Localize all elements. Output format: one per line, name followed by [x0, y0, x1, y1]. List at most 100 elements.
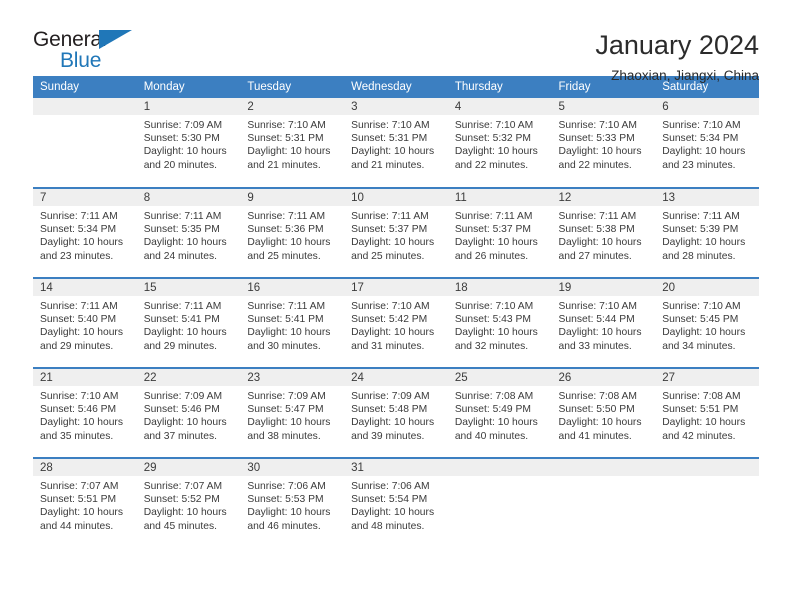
day-number: 25 [447, 369, 552, 386]
sunrise-line: Sunrise: 7:08 AM [454, 391, 534, 402]
sunset-line: Sunset: 5:38 PM [558, 224, 635, 236]
day-number: 27 [655, 369, 759, 386]
sunrise-line: Sunrise: 7:11 AM [558, 211, 637, 222]
calendar-day-cell[interactable]: 20 Sunrise: 7:10 AM Sunset: 5:45 PM Dayligh… [655, 277, 759, 368]
calendar-day-cell[interactable]: 12 Sunrise: 7:11 AM Sunset: 5:38 PM Dayligh… [551, 187, 656, 278]
calendar-day-cell[interactable]: 4 Sunrise: 7:10 AM Sunset: 5:32 PM Daylight… [447, 98, 552, 188]
calendar-day-cell[interactable]: 27 Sunrise: 7:08 AM Sunset: 5:51 PM Dayligh… [655, 367, 759, 458]
daylight-line: Daylight: 10 hours [662, 417, 746, 429]
day-detail-text: Sunrise: 7:10 AM Sunset: 5:31 PM Daylight:… [240, 115, 344, 172]
calendar-day-cell[interactable]: 2 Sunrise: 7:10 AM Sunset: 5:31 PM Daylight… [240, 98, 345, 188]
sunset-line: Sunset: 5:51 PM [662, 404, 739, 416]
daylight-line: Daylight: 10 hours [40, 327, 123, 339]
daylight-line: and 40 minutes. [454, 430, 529, 442]
day-number: 1 [136, 98, 241, 115]
calendar-day-cell[interactable]: 24 Sunrise: 7:09 AM Sunset: 5:48 PM Dayligh… [344, 367, 448, 458]
sunrise-line: Sunrise: 7:06 AM [351, 481, 430, 492]
calendar-day-cell[interactable]: 25 Sunrise: 7:08 AM Sunset: 5:49 PM Dayligh… [447, 367, 552, 458]
daylight-line: and 29 minutes. [40, 340, 114, 352]
sunrise-line: Sunrise: 7:10 AM [454, 301, 534, 312]
day-number [33, 98, 137, 115]
daylight-line: Daylight: 10 hours [558, 327, 642, 339]
sunrise-line: Sunrise: 7:08 AM [558, 391, 637, 402]
daylight-line: and 39 minutes. [351, 430, 425, 442]
day-number: 12 [551, 189, 656, 206]
calendar-day-cell[interactable]: 18 Sunrise: 7:10 AM Sunset: 5:43 PM Dayligh… [447, 277, 552, 368]
daylight-line: Daylight: 10 hours [351, 507, 435, 519]
logo-text-blue: Blue [60, 49, 102, 72]
daylight-line: Daylight: 10 hours [247, 507, 331, 519]
daylight-line: Daylight: 10 hours [40, 237, 123, 249]
logo-triangle-icon [99, 30, 132, 49]
day-number: 13 [655, 189, 759, 206]
calendar-day-cell[interactable]: 7 Sunrise: 7:11 AM Sunset: 5:34 PM Daylight… [33, 187, 137, 278]
sunset-line: Sunset: 5:47 PM [247, 404, 324, 416]
sunrise-line: Sunrise: 7:10 AM [454, 120, 534, 131]
calendar-day-cell[interactable]: 3 Sunrise: 7:10 AM Sunset: 5:31 PM Daylight… [344, 98, 448, 188]
daylight-line: and 44 minutes. [40, 520, 114, 532]
sunrise-line: Sunrise: 7:09 AM [143, 120, 223, 131]
day-detail-text: Sunrise: 7:10 AM Sunset: 5:43 PM Daylight:… [448, 296, 552, 353]
calendar-day-cell[interactable]: 28 Sunrise: 7:07 AM Sunset: 5:51 PM Dayligh… [33, 457, 137, 548]
calendar-day-cell[interactable]: 10 Sunrise: 7:11 AM Sunset: 5:37 PM Dayligh… [344, 187, 448, 278]
calendar-day-cell[interactable]: 22 Sunrise: 7:09 AM Sunset: 5:46 PM Dayligh… [136, 367, 241, 458]
calendar-day-cell[interactable]: 16 Sunrise: 7:11 AM Sunset: 5:41 PM Dayligh… [240, 277, 345, 368]
calendar-day-cell[interactable]: 23 Sunrise: 7:09 AM Sunset: 5:47 PM Dayligh… [240, 367, 345, 458]
day-number: 22 [136, 369, 241, 386]
calendar-day-cell[interactable]: 6 Sunrise: 7:10 AM Sunset: 5:34 PM Daylight… [655, 98, 759, 188]
daylight-line: Daylight: 10 hours [558, 417, 642, 429]
calendar-day-cell[interactable]: 21 Sunrise: 7:10 AM Sunset: 5:46 PM Dayligh… [33, 367, 137, 458]
day-detail-text [655, 476, 759, 480]
sunset-line: Sunset: 5:41 PM [143, 314, 220, 326]
day-number: 21 [33, 369, 137, 386]
calendar-day-cell[interactable]: 1 Sunrise: 7:09 AM Sunset: 5:30 PM Daylight… [136, 98, 241, 188]
weekday-header-tuesday: Tuesday [240, 76, 345, 98]
calendar-day-cell[interactable]: 17 Sunrise: 7:10 AM Sunset: 5:42 PM Dayligh… [344, 277, 448, 368]
day-detail-text: Sunrise: 7:11 AM Sunset: 5:40 PM Daylight:… [33, 296, 137, 353]
calendar-day-cell[interactable]: 26 Sunrise: 7:08 AM Sunset: 5:50 PM Dayligh… [551, 367, 656, 458]
daylight-line: and 35 minutes. [40, 430, 114, 442]
calendar-day-cell-empty [551, 457, 656, 548]
day-number: 3 [344, 98, 448, 115]
general-blue-logo[interactable]: General Blue [33, 28, 151, 76]
calendar-day-cell[interactable]: 14 Sunrise: 7:11 AM Sunset: 5:40 PM Dayligh… [33, 277, 137, 368]
daylight-line: and 38 minutes. [247, 430, 321, 442]
day-detail-text [33, 115, 137, 119]
calendar-day-cell[interactable]: 11 Sunrise: 7:11 AM Sunset: 5:37 PM Dayligh… [447, 187, 552, 278]
calendar-day-cell[interactable]: 8 Sunrise: 7:11 AM Sunset: 5:35 PM Daylight… [136, 187, 241, 278]
daylight-line: Daylight: 10 hours [247, 327, 331, 339]
sunrise-line: Sunrise: 7:07 AM [143, 481, 223, 492]
day-detail-text: Sunrise: 7:10 AM Sunset: 5:34 PM Daylight:… [655, 115, 759, 172]
sunrise-line: Sunrise: 7:10 AM [662, 120, 741, 131]
calendar-day-cell[interactable]: 19 Sunrise: 7:10 AM Sunset: 5:44 PM Dayligh… [551, 277, 656, 368]
calendar-day-cell[interactable]: 9 Sunrise: 7:11 AM Sunset: 5:36 PM Daylight… [240, 187, 345, 278]
sunset-line: Sunset: 5:37 PM [351, 224, 428, 236]
calendar-day-cell[interactable]: 30 Sunrise: 7:06 AM Sunset: 5:53 PM Dayligh… [240, 457, 345, 548]
day-number: 7 [33, 189, 137, 206]
day-detail-text [448, 476, 552, 480]
calendar-day-cell[interactable]: 15 Sunrise: 7:11 AM Sunset: 5:41 PM Dayligh… [136, 277, 241, 368]
sunset-line: Sunset: 5:49 PM [454, 404, 531, 416]
day-number: 4 [447, 98, 552, 115]
daylight-line: and 32 minutes. [454, 340, 529, 352]
daylight-line: Daylight: 10 hours [40, 507, 123, 519]
sunrise-line: Sunrise: 7:09 AM [143, 391, 223, 402]
daylight-line: and 27 minutes. [558, 250, 632, 262]
calendar-week-row: 14 Sunrise: 7:11 AM Sunset: 5:40 PM Dayligh… [33, 277, 759, 368]
daylight-line: Daylight: 10 hours [662, 237, 746, 249]
sunrise-line: Sunrise: 7:10 AM [558, 301, 637, 312]
calendar-day-cell[interactable]: 29 Sunrise: 7:07 AM Sunset: 5:52 PM Dayligh… [136, 457, 241, 548]
daylight-line: and 34 minutes. [662, 340, 736, 352]
calendar-day-cell[interactable]: 13 Sunrise: 7:11 AM Sunset: 5:39 PM Dayligh… [655, 187, 759, 278]
calendar-day-cell[interactable]: 5 Sunrise: 7:10 AM Sunset: 5:33 PM Daylight… [551, 98, 656, 188]
day-number: 2 [240, 98, 345, 115]
sunset-line: Sunset: 5:33 PM [558, 133, 635, 145]
calendar-day-cell[interactable]: 31 Sunrise: 7:06 AM Sunset: 5:54 PM Dayligh… [344, 457, 448, 548]
day-number: 31 [344, 459, 448, 476]
day-number: 11 [447, 189, 552, 206]
day-number: 28 [33, 459, 137, 476]
daylight-line: and 23 minutes. [40, 250, 114, 262]
daylight-line: Daylight: 10 hours [351, 327, 435, 339]
day-detail-text: Sunrise: 7:09 AM Sunset: 5:47 PM Daylight:… [240, 386, 344, 443]
title-block: January 2024 Zhaoxian, Jiangxi, China [595, 28, 759, 85]
